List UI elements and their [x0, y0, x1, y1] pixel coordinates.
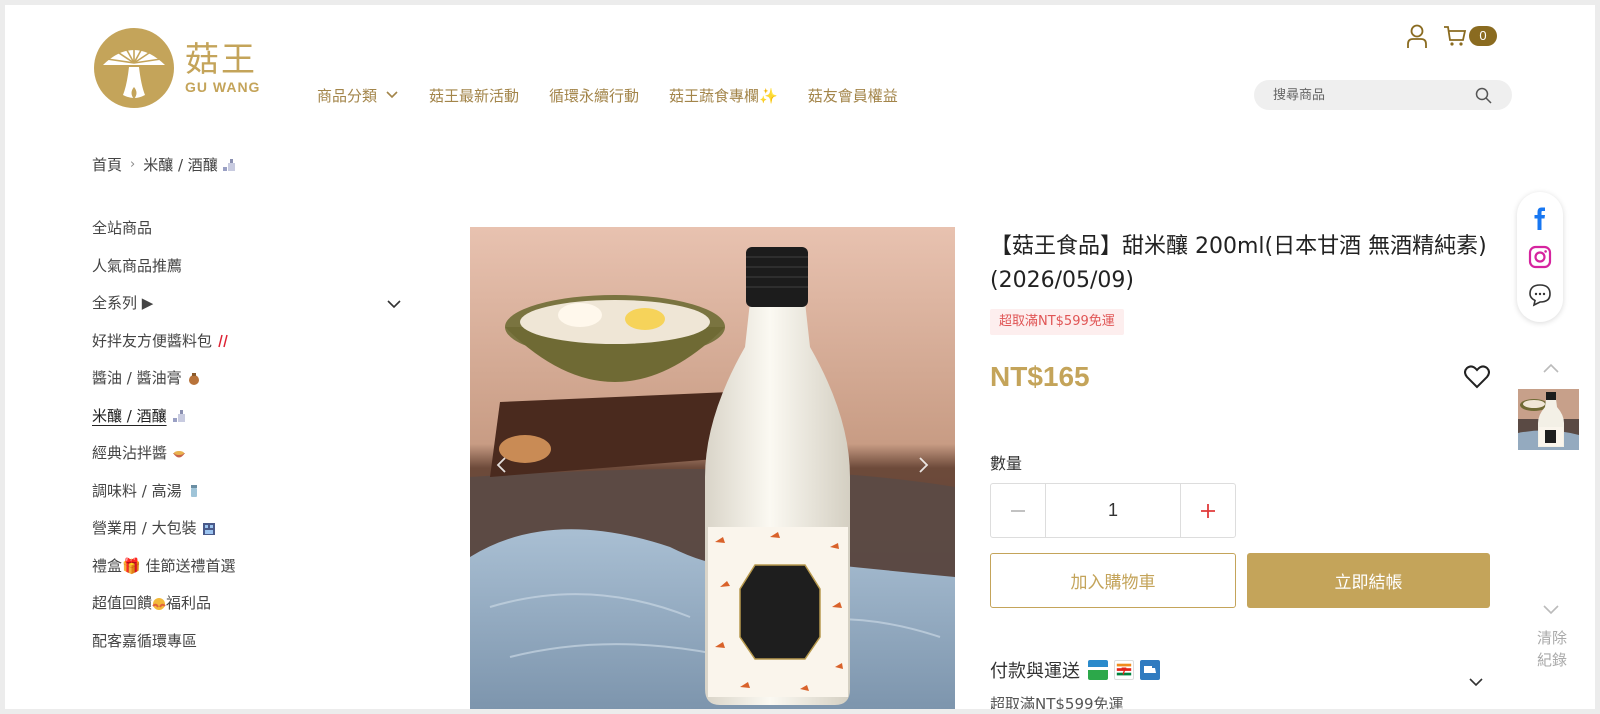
shopping-cart-icon	[1444, 26, 1467, 46]
quantity-label: 數量	[990, 454, 1023, 473]
sidebar-item-popular[interactable]: 人氣商品推薦	[92, 248, 402, 286]
add-to-cart-button[interactable]: 加入購物車	[990, 553, 1236, 608]
breadcrumb-separator-icon: ›	[130, 157, 136, 172]
promo-tag: 超取滿NT$599免運	[990, 309, 1124, 335]
cart-button[interactable]: 0	[1443, 24, 1497, 48]
quantity-stepper	[990, 483, 1236, 538]
sidebar-item-label: 營業用 / 大包裝	[92, 519, 197, 538]
sidebar-item-label: 配客嘉循環專區	[92, 631, 198, 650]
nav-item-vegan-column[interactable]: 菇王蔬食專欄✨	[669, 83, 778, 107]
shipping-method-icons: 7	[1088, 660, 1160, 680]
sidebar-item-label: 調味料 / 高湯	[92, 481, 182, 500]
nav-item-member-benefits[interactable]: 菇友會員權益	[808, 83, 898, 107]
sidebar-item-sauce-packs[interactable]: 好拌友方便醬料包	[92, 323, 402, 361]
mushroom-logo-icon	[94, 28, 174, 108]
recent-product-thumb-image	[1518, 389, 1579, 450]
hugging-face-icon	[152, 597, 166, 610]
header-actions: 0	[1405, 23, 1497, 49]
nav-item-categories[interactable]: 商品分類	[317, 83, 399, 107]
main-nav: 商品分類 菇王最新活動 循環永續行動 菇王蔬食專欄✨ 菇友會員權益	[317, 83, 928, 107]
sidebar-item-rewards[interactable]: 超值回饋 福利品	[92, 585, 402, 623]
payment-shipping-title: 付款與運送	[990, 661, 1080, 682]
nav-item-label: 循環永續行動	[549, 86, 640, 105]
search-bar	[1254, 80, 1512, 110]
nav-item-events[interactable]: 菇王最新活動	[429, 83, 519, 107]
quantity-decrease-button[interactable]	[991, 484, 1046, 537]
category-sidebar: 全站商品 人氣商品推薦 全系列 ▶ 好拌友方便醬料包 醬油 / 醬油膏 米釀 /…	[92, 210, 402, 660]
cart-count-badge: 0	[1469, 26, 1497, 46]
sake-bottle-icon	[222, 158, 235, 171]
seven-eleven-icon: 7	[1114, 660, 1134, 680]
minus-icon	[1011, 509, 1025, 512]
user-account-icon[interactable]	[1405, 23, 1429, 49]
sidebar-item-dipping-sauce[interactable]: 經典沾拌醬	[92, 435, 402, 473]
sake-bottle-icon	[172, 410, 185, 423]
instagram-icon[interactable]	[1528, 245, 1552, 269]
wishlist-heart-icon[interactable]	[1464, 365, 1490, 389]
sidebar-item-seasoning[interactable]: 調味料 / 高湯	[92, 473, 402, 511]
chevron-down-icon[interactable]	[1542, 603, 1560, 617]
payment-shipping-section[interactable]: 付款與運送 7	[990, 657, 1160, 683]
sidebar-item-label: 米釀 / 酒釀	[92, 406, 167, 425]
product-photo	[470, 227, 955, 709]
breadcrumb-current[interactable]: 米釀 / 酒釀	[143, 154, 218, 175]
clear-history-button[interactable]: 清除紀錄	[1532, 627, 1572, 671]
brand-name-cn: 菇王	[185, 40, 257, 80]
sidebar-item-label: 超值回饋	[92, 594, 153, 613]
sidebar-item-label: 經典沾拌醬	[92, 444, 168, 463]
svg-text:7: 7	[1121, 667, 1127, 678]
sidebar-item-label: 全系列 ▶	[92, 294, 154, 313]
sidebar-item-gift-box[interactable]: 禮盒🎁 佳節送禮首選	[92, 548, 402, 586]
sidebar-item-label: 好拌友方便醬料包	[92, 331, 213, 350]
chevron-down-icon	[386, 91, 398, 99]
sidebar-item-bulk[interactable]: 營業用 / 大包裝	[92, 510, 402, 548]
quantity-increase-button[interactable]	[1180, 484, 1235, 537]
familymart-icon	[1088, 660, 1108, 680]
product-price: NT$165	[990, 361, 1090, 392]
nav-item-sustainability[interactable]: 循環永續行動	[549, 83, 639, 107]
bowl-icon	[173, 450, 186, 458]
sidebar-item-label: 人氣商品推薦	[92, 256, 183, 275]
nav-item-label: 菇友會員權益	[807, 86, 898, 105]
brand-logo[interactable]: 菇王 GU WANG	[93, 25, 273, 111]
nav-item-label: 菇王蔬食專欄✨	[669, 86, 778, 105]
search-icon[interactable]	[1475, 87, 1492, 104]
plus-icon	[1201, 503, 1215, 518]
chevron-down-icon[interactable]	[386, 296, 402, 312]
quantity-input[interactable]	[1046, 484, 1180, 537]
sidebar-item-rice-wine[interactable]: 米釀 / 酒釀	[92, 398, 402, 436]
chat-icon[interactable]	[1528, 283, 1552, 307]
search-input[interactable]	[1273, 80, 1473, 110]
jar-icon	[188, 372, 199, 385]
payment-free-shipping-note: 超取滿NT$599免運	[990, 695, 1124, 709]
salt-shaker-icon	[190, 485, 197, 498]
product-title: 【菇王食品】甜米釀 200ml(日本甘酒 無酒精純素)(2026/05/09)	[990, 234, 1487, 293]
sidebar-item-label: 禮盒🎁 佳節送禮首選	[92, 556, 236, 575]
chevron-up-icon[interactable]	[1542, 361, 1560, 375]
sidebar-item-label: 全站商品	[92, 219, 153, 238]
breadcrumb-home[interactable]: 首頁	[92, 154, 122, 175]
chevron-down-icon[interactable]	[1467, 673, 1485, 691]
nav-item-label: 商品分類	[317, 86, 378, 105]
sidebar-item-label: 醬油 / 醬油膏	[92, 369, 182, 388]
social-floating-bar	[1517, 192, 1563, 322]
gallery-prev-arrow-icon[interactable]	[492, 455, 512, 475]
store-icon	[202, 522, 215, 535]
delivery-truck-icon	[1140, 660, 1160, 680]
sidebar-item-label: 福利品	[166, 594, 212, 613]
sidebar-item-all-products[interactable]: 全站商品	[92, 210, 402, 248]
chopsticks-icon	[218, 335, 228, 348]
gallery-next-arrow-icon[interactable]	[913, 455, 933, 475]
facebook-icon[interactable]	[1528, 207, 1552, 231]
nav-item-label: 菇王最新活動	[429, 86, 520, 105]
sidebar-item-all-series[interactable]: 全系列 ▶	[92, 285, 402, 323]
sidebar-item-package-recycle[interactable]: 配客嘉循環專區	[92, 623, 402, 661]
product-gallery[interactable]	[470, 227, 955, 709]
breadcrumb: 首頁 › 米釀 / 酒釀	[92, 154, 236, 175]
sidebar-item-soy-sauce[interactable]: 醬油 / 醬油膏	[92, 360, 402, 398]
page: 菇王 GU WANG 商品分類 菇王最新活動 循環永續行動 菇王蔬食專欄✨ 菇友…	[5, 5, 1595, 709]
recently-viewed-thumbnail[interactable]	[1518, 389, 1579, 450]
buy-now-button[interactable]: 立即結帳	[1247, 553, 1490, 608]
brand-name-en: GU WANG	[185, 79, 261, 95]
